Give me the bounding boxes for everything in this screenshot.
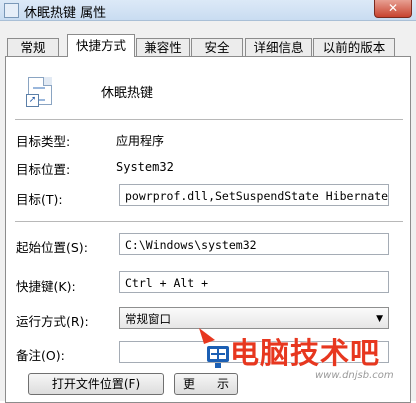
start-in-label: 起始位置(S):	[16, 240, 88, 255]
tab-shortcut[interactable]: 快捷方式	[67, 34, 135, 57]
tab-details[interactable]: 详细信息	[245, 38, 312, 57]
tab-security[interactable]: 安全	[191, 38, 243, 57]
target-location-label: 目标位置:	[16, 162, 71, 177]
shortcut-arrow-icon: ➚	[26, 94, 39, 107]
window-title: 休眠热键 属性	[24, 6, 107, 21]
change-icon-label-1: 更	[182, 377, 195, 391]
tab-compatibility[interactable]: 兼容性	[136, 38, 190, 57]
run-select-value: 常规窗口	[125, 312, 171, 326]
divider	[15, 221, 403, 223]
shortcut-name: 休眠热键	[101, 86, 154, 101]
watermark: 电脑技术吧 www.dnjsb.com	[195, 322, 416, 401]
title-bar: 休眠热键 属性 ✕	[0, 0, 416, 21]
target-location-value: System32	[116, 160, 174, 174]
hotkey-input[interactable]: Ctrl + Alt +	[119, 271, 389, 293]
watermark-text: 电脑技术吧	[230, 336, 381, 370]
shortcut-file-icon: ➚	[26, 77, 52, 107]
run-label: 运行方式(R):	[16, 314, 89, 329]
tab-general[interactable]: 常规	[7, 38, 59, 57]
computer-logo-icon	[199, 328, 229, 368]
target-type-value: 应用程序	[116, 134, 165, 148]
close-button[interactable]: ✕	[374, 0, 412, 18]
open-file-location-button[interactable]: 打开文件位置(F)	[28, 373, 164, 395]
hotkey-label: 快捷键(K):	[16, 279, 76, 294]
target-input[interactable]: powrprof.dll,SetSuspendState Hibernate	[119, 184, 389, 206]
target-label: 目标(T):	[16, 192, 63, 207]
tab-previous-versions[interactable]: 以前的版本	[313, 38, 395, 57]
app-icon	[4, 3, 19, 18]
start-in-input[interactable]: C:\Windows\system32	[119, 233, 389, 255]
divider	[15, 119, 403, 121]
comment-label: 备注(O):	[16, 348, 65, 363]
watermark-url: www.dnjsb.com	[315, 370, 394, 381]
target-type-label: 目标类型:	[16, 134, 71, 149]
